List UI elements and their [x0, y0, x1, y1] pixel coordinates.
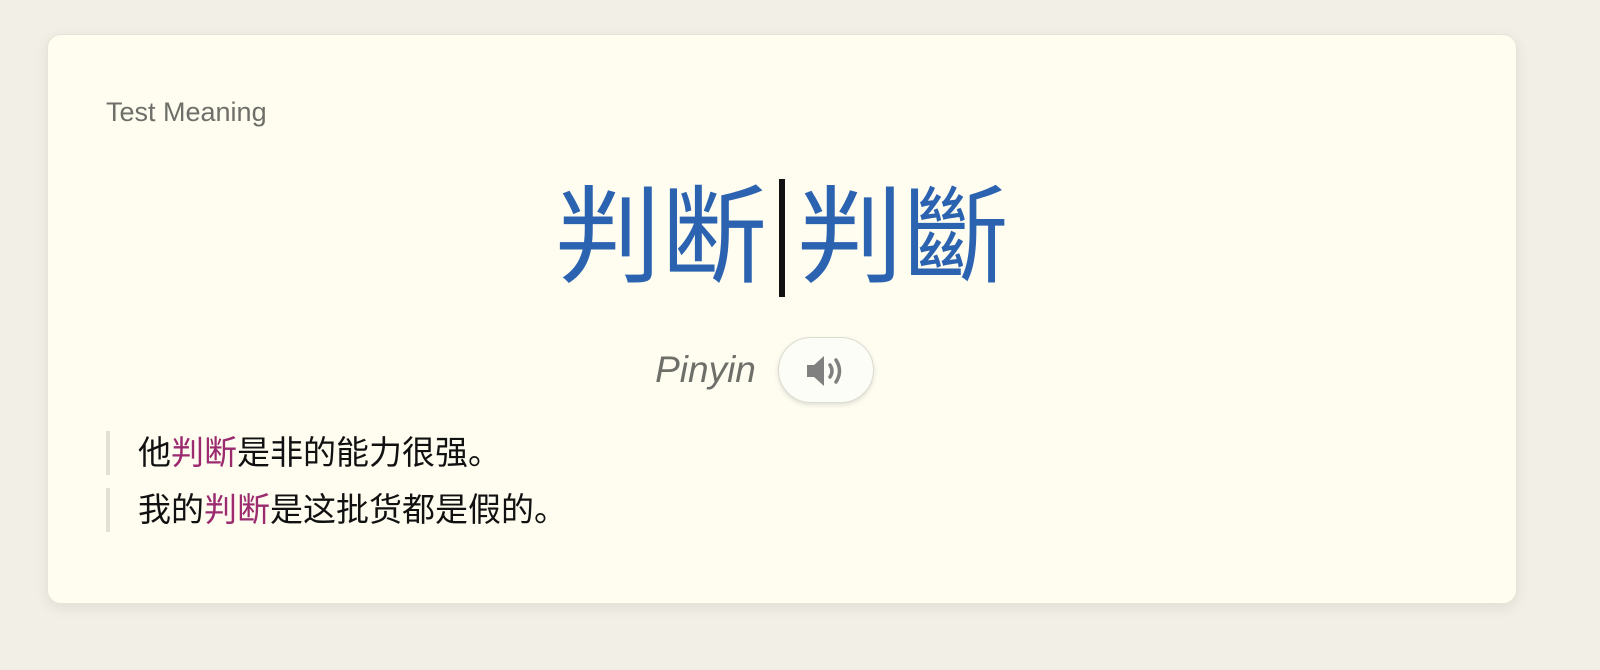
example-highlight: 判断 [171, 433, 237, 472]
pinyin-label: Pinyin [655, 349, 756, 390]
example-text: 是非的能力很强。 [237, 433, 501, 472]
speaker-icon [806, 356, 842, 386]
headword-separator [779, 179, 785, 298]
example-sentence: 他判断是非的能力很强。 [106, 431, 567, 475]
example-sentence: 我的判断是这批货都是假的。 [106, 488, 567, 532]
pinyin-row: Pinyin [48, 337, 1516, 403]
play-audio-button[interactable] [777, 337, 874, 403]
example-text: 他 [138, 433, 171, 472]
example-highlight: 判断 [204, 490, 270, 529]
example-text: 我的 [138, 490, 204, 529]
headword-simplified: 判断 [555, 176, 767, 299]
flashcard: Test Meaning 判断 判斷 Pinyin 他判断是非的能力很强。 我的判… [47, 34, 1517, 604]
headword-traditional: 判斷 [797, 176, 1009, 299]
example-text: 是这批货都是假的。 [270, 490, 567, 529]
example-sentences: 他判断是非的能力很强。 我的判断是这批货都是假的。 [106, 431, 567, 545]
card-type-label: Test Meaning [106, 97, 267, 127]
headword: 判断 判斷 [48, 176, 1516, 305]
